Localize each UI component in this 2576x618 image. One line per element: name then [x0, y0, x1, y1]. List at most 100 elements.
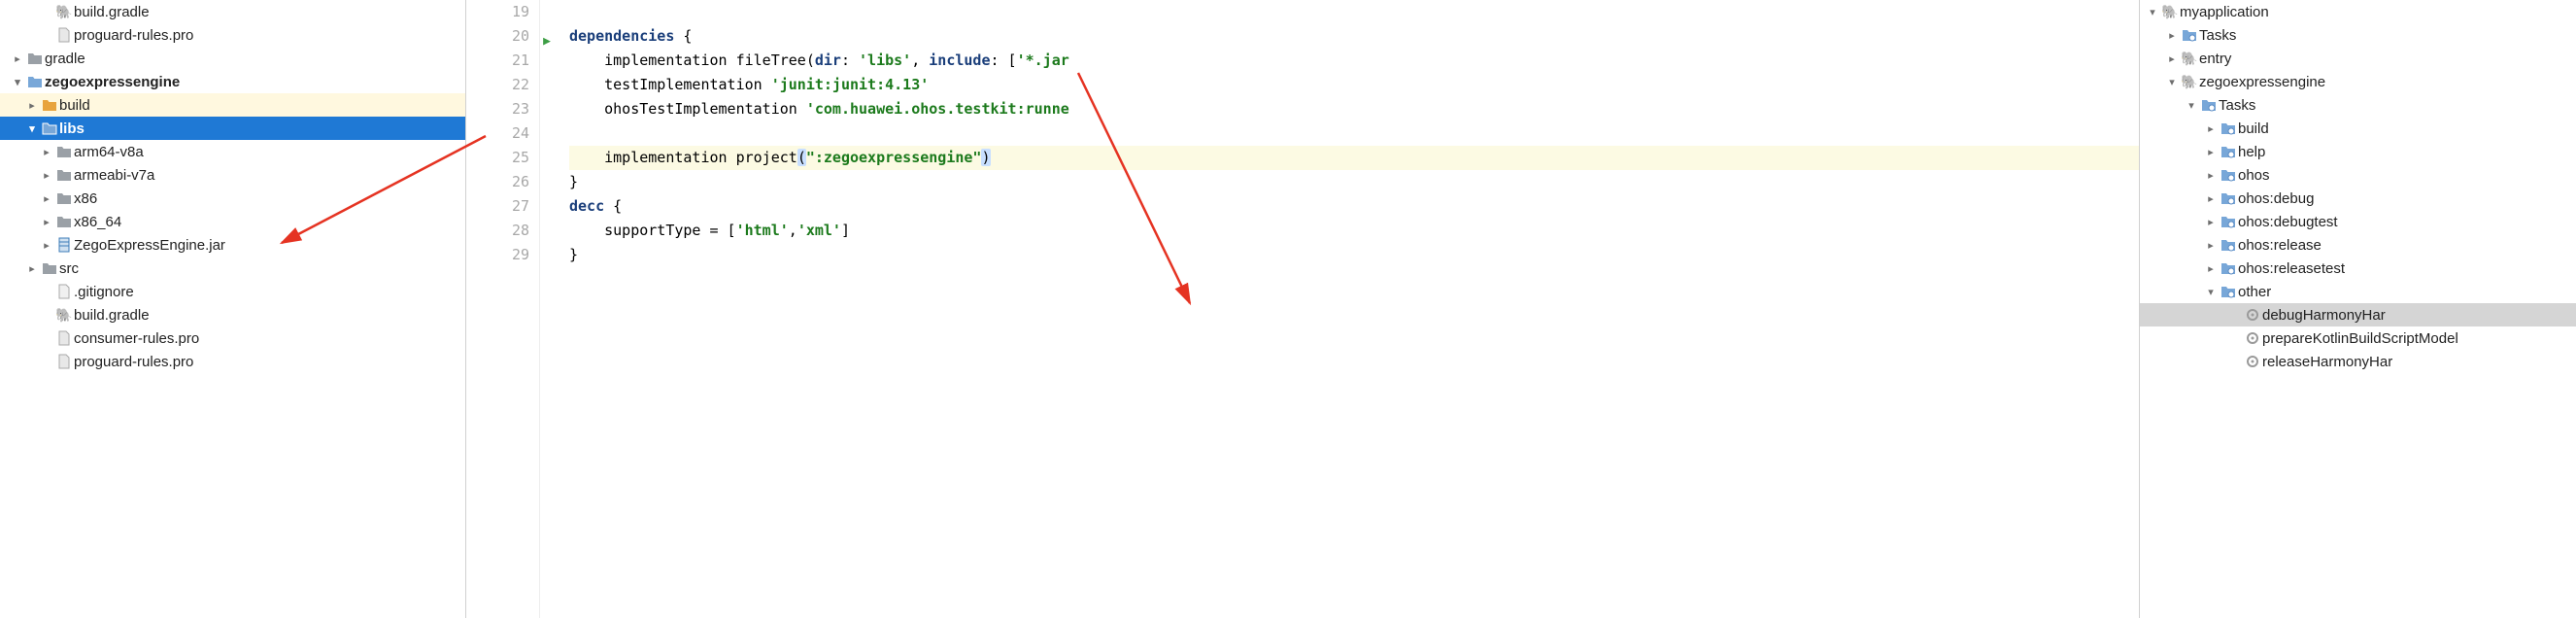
folder-gear-icon — [2219, 121, 2238, 135]
gradle-tree-item[interactable]: ▾ other — [2140, 280, 2576, 303]
tree-item-label: help — [2238, 144, 2265, 160]
project-tree-item[interactable]: .gitignore — [0, 280, 465, 303]
line-number: 23 — [466, 97, 529, 121]
gradle-tree-item[interactable]: debugHarmonyHar — [2140, 303, 2576, 326]
expand-arrow-icon[interactable]: ▾ — [2184, 99, 2199, 112]
expand-arrow-icon[interactable]: ▸ — [2203, 192, 2219, 205]
tree-item-label: debugHarmonyHar — [2262, 307, 2386, 324]
project-tree-item[interactable]: ▸armeabi-v7a — [0, 163, 465, 187]
gradle-tree-item[interactable]: ▸Tasks — [2140, 23, 2576, 47]
tree-item-label: ohos — [2238, 167, 2270, 184]
gradle-tree-item[interactable]: ▸ohos:release — [2140, 233, 2576, 257]
gradle-tree-item[interactable]: releaseHarmonyHar — [2140, 350, 2576, 373]
project-tree-item[interactable]: ▸ x86 — [0, 187, 465, 210]
code-line[interactable]: implementation fileTree(dir: 'libs', inc… — [569, 49, 2139, 73]
code-line[interactable]: decc { — [569, 194, 2139, 219]
expand-arrow-icon[interactable]: ▾ — [2145, 6, 2160, 18]
folder-gear-icon — [2219, 145, 2238, 158]
expand-arrow-icon[interactable]: ▸ — [2164, 52, 2180, 65]
expand-arrow-icon[interactable]: ▸ — [10, 52, 25, 65]
code-line[interactable]: supportType = ['html','xml'] — [569, 219, 2139, 243]
expand-arrow-icon[interactable]: ▾ — [24, 122, 40, 135]
gear-icon — [2243, 308, 2262, 322]
line-number: 27 — [466, 194, 529, 219]
project-tree-item[interactable]: consumer-rules.pro — [0, 326, 465, 350]
gradle-tree-item[interactable]: ▾🐘zegoexpressengine — [2140, 70, 2576, 93]
project-tree-item[interactable]: ▸build — [0, 93, 465, 117]
expand-arrow-icon[interactable]: ▾ — [2164, 76, 2180, 88]
project-tree-item[interactable]: ▸gradle — [0, 47, 465, 70]
folder-gear-icon — [2180, 28, 2199, 42]
project-tree-item[interactable]: proguard-rules.pro — [0, 350, 465, 373]
code-editor[interactable]: 1920▶212223242526272829 dependencies { i… — [466, 0, 2139, 618]
tree-item-label: ZegoExpressEngine.jar — [74, 237, 225, 254]
folder-grey-icon — [25, 52, 45, 65]
gear-icon — [2243, 355, 2262, 368]
project-tree-item[interactable]: ▾libs — [0, 117, 465, 140]
git-icon — [54, 284, 74, 299]
expand-arrow-icon[interactable]: ▸ — [39, 216, 54, 228]
project-tree-item[interactable]: ▸ arm64-v8a — [0, 140, 465, 163]
gradle-tree-item[interactable]: ▸ohos:releasetest — [2140, 257, 2576, 280]
expand-arrow-icon[interactable]: ▸ — [2203, 122, 2219, 135]
tree-item-label: x86 — [74, 190, 97, 207]
project-tree-item[interactable]: ▸ ZegoExpressEngine.jar — [0, 233, 465, 257]
line-number: 22 — [466, 73, 529, 97]
project-tree-item[interactable]: ▾zegoexpressengine — [0, 70, 465, 93]
tree-item-label: ohos:debug — [2238, 190, 2314, 207]
gradle-tree-item[interactable]: ▸ohos:debugtest — [2140, 210, 2576, 233]
tree-item-label: Tasks — [2219, 97, 2255, 114]
folder-orange-icon — [40, 98, 59, 112]
expand-arrow-icon[interactable]: ▸ — [24, 99, 40, 112]
gradle-tree-item[interactable]: ▸ build — [2140, 117, 2576, 140]
expand-arrow-icon[interactable]: ▸ — [39, 146, 54, 158]
gradle-tree-item[interactable]: ▸ help — [2140, 140, 2576, 163]
project-tree-item[interactable]: ▸x86_64 — [0, 210, 465, 233]
line-number: 21 — [466, 49, 529, 73]
expand-arrow-icon[interactable]: ▸ — [39, 169, 54, 182]
elephant-icon: 🐘 — [54, 307, 74, 324]
expand-arrow-icon[interactable]: ▸ — [39, 239, 54, 252]
tree-item-label: arm64-v8a — [74, 144, 144, 160]
code-line[interactable] — [569, 0, 2139, 24]
tree-item-label: src — [59, 260, 79, 277]
gradle-tree-item[interactable]: ▾🐘myapplication — [2140, 0, 2576, 23]
tree-item-label: build — [2238, 120, 2269, 137]
tree-item-label: other — [2238, 284, 2271, 300]
project-tree-item[interactable]: 🐘build.gradle — [0, 303, 465, 326]
project-tree-item[interactable]: proguard-rules.pro — [0, 23, 465, 47]
folder-gear-icon — [2219, 191, 2238, 205]
code-line[interactable] — [569, 121, 2139, 146]
expand-arrow-icon[interactable]: ▸ — [2203, 262, 2219, 275]
folder-gear-icon — [2219, 238, 2238, 252]
gradle-tree-item[interactable]: prepareKotlinBuildScriptModel — [2140, 326, 2576, 350]
folder-gear-icon — [2219, 215, 2238, 228]
code-line[interactable]: } — [569, 243, 2139, 267]
code-line[interactable]: ohosTestImplementation 'com.huawei.ohos.… — [569, 97, 2139, 121]
code-line[interactable]: } — [569, 170, 2139, 194]
gradle-tree-item[interactable]: ▸ ohos:debug — [2140, 187, 2576, 210]
project-tree-item[interactable]: 🐘build.gradle — [0, 0, 465, 23]
folder-grey-icon — [54, 215, 74, 228]
expand-arrow-icon[interactable]: ▸ — [24, 262, 40, 275]
code-line[interactable]: implementation project(":zegoexpressengi… — [569, 146, 2139, 170]
expand-arrow-icon[interactable]: ▾ — [2203, 286, 2219, 298]
gradle-tree-item[interactable]: ▸ ohos — [2140, 163, 2576, 187]
expand-arrow-icon[interactable]: ▸ — [2203, 239, 2219, 252]
expand-arrow-icon[interactable]: ▸ — [2203, 216, 2219, 228]
code-line[interactable]: testImplementation 'junit:junit:4.13' — [569, 73, 2139, 97]
expand-arrow-icon[interactable]: ▾ — [10, 76, 25, 88]
elephant-icon: 🐘 — [2180, 74, 2199, 90]
code-line[interactable]: dependencies { — [569, 24, 2139, 49]
tree-item-label: proguard-rules.pro — [74, 27, 193, 44]
expand-arrow-icon[interactable]: ▸ — [2164, 29, 2180, 42]
run-gutter-icon[interactable]: ▶ — [543, 29, 551, 53]
expand-arrow-icon[interactable]: ▸ — [2203, 146, 2219, 158]
expand-arrow-icon[interactable]: ▸ — [2203, 169, 2219, 182]
line-number: 25 — [466, 146, 529, 170]
project-tree-item[interactable]: ▸ src — [0, 257, 465, 280]
expand-arrow-icon[interactable]: ▸ — [39, 192, 54, 205]
file-icon — [54, 27, 74, 43]
gradle-tree-item[interactable]: ▸🐘entry — [2140, 47, 2576, 70]
gradle-tree-item[interactable]: ▾ Tasks — [2140, 93, 2576, 117]
